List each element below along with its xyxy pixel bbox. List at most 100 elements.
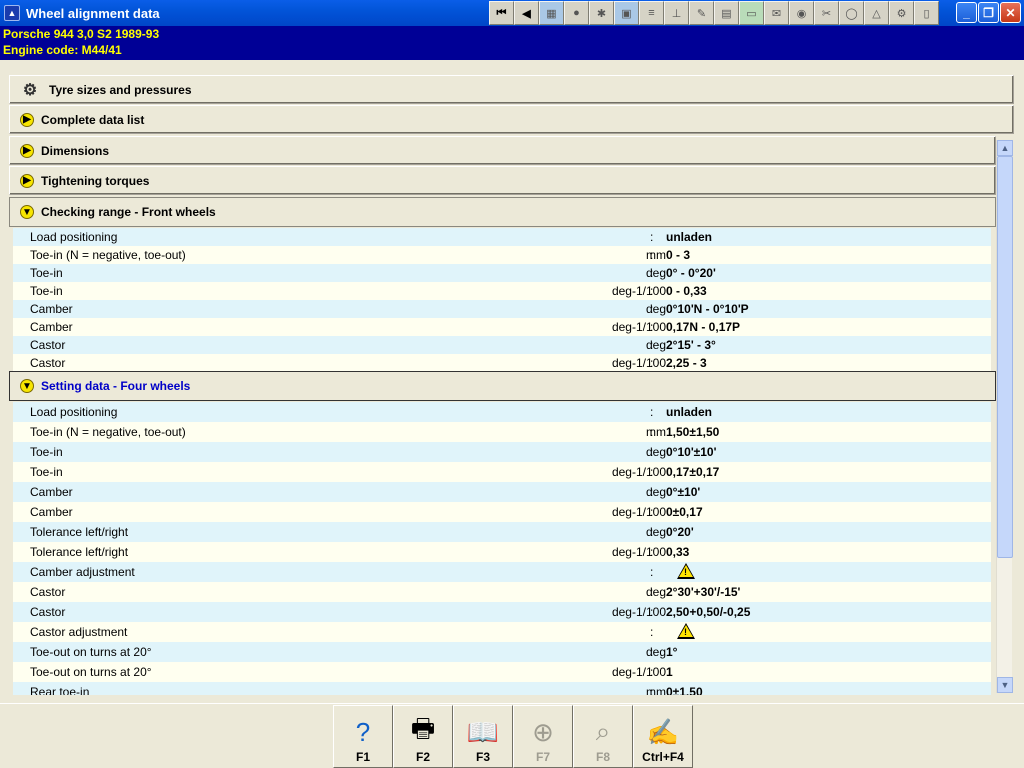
document-icon[interactable]: ▯ — [914, 1, 939, 25]
row-separator: : — [650, 465, 654, 479]
row-separator: : — [650, 665, 654, 679]
row-label: Tolerance left/right — [30, 525, 129, 539]
help-icon: ? — [355, 716, 371, 747]
row-separator: : — [650, 685, 654, 695]
section-tyres[interactable]: ⚙ Tyre sizes and pressures — [9, 75, 1014, 104]
first-icon[interactable]: ⏮ — [489, 1, 514, 25]
wrench-icon[interactable]: ✂ — [814, 1, 839, 25]
table-row: Toe-out on turns at 20° deg:1° — [13, 642, 991, 662]
section-complete-data[interactable]: ▶ Complete data list — [9, 105, 1014, 134]
row-separator: : — [650, 485, 654, 499]
row-value: 0°10'±10' — [666, 445, 717, 459]
row-unit: deg-1/100 — [611, 665, 666, 679]
row-separator: : — [650, 585, 654, 599]
alignment-icon[interactable]: ▦ — [539, 1, 564, 25]
window-title: Wheel alignment data — [26, 5, 160, 21]
row-value: 1,50±1,50 — [666, 425, 720, 439]
tyre-icon: ⚙ — [22, 81, 38, 99]
row-label: Camber — [30, 485, 73, 499]
fkey-f8[interactable]: ⌕ F8 — [573, 705, 633, 768]
scroll-up-button[interactable]: ▲ — [997, 140, 1013, 156]
table-row: Load positioning: unladen — [13, 228, 991, 246]
table-row: Camber deg:0°±10' — [13, 482, 991, 502]
notes-icon[interactable]: ✉ — [764, 1, 789, 25]
arrow-down-icon: ▼ — [20, 379, 34, 393]
table-row: Castor deg:2°30'+30'/-15' — [13, 582, 991, 602]
table-row: Load positioning: unladen — [13, 402, 991, 422]
fkey-label: F8 — [595, 750, 610, 764]
parts-icon[interactable]: ✱ — [589, 1, 614, 25]
fkey-ctrl-f4[interactable]: ✍ Ctrl+F4 — [633, 705, 693, 768]
engine-code: Engine code: M44/41 — [3, 43, 122, 57]
row-unit: deg-1/100 — [611, 284, 666, 298]
row-value: 0 - 3 — [666, 248, 691, 262]
row-separator: : — [650, 356, 654, 370]
globe-icon[interactable]: ◯ — [839, 1, 864, 25]
row-value: 2,50+0,50/-0,25 — [666, 605, 751, 619]
row-label: Camber adjustment — [30, 565, 135, 579]
minimize-button[interactable]: _ — [956, 2, 977, 23]
vehicle-info: Porsche 944 3,0 S2 1989-93 Engine code: … — [0, 26, 1024, 60]
row-label: Toe-in — [30, 284, 63, 298]
row-label: Toe-in — [30, 465, 63, 479]
row-separator: : — [650, 338, 654, 352]
fkey-f3[interactable]: 📖 F3 — [453, 705, 513, 768]
row-unit: deg — [645, 585, 666, 599]
row-separator: : — [650, 405, 654, 419]
row-label: Castor — [30, 356, 66, 370]
table-row: Tolerance left/right deg:0°20' — [13, 522, 991, 542]
calculator-icon[interactable]: ▤ — [714, 1, 739, 25]
row-unit: deg — [645, 266, 666, 280]
section-label: Tyre sizes and pressures — [49, 82, 192, 97]
section-label: Setting data - Four wheels — [41, 379, 191, 393]
row-label: Rear toe-in — [30, 685, 90, 695]
row-value: 0,33 — [666, 545, 690, 559]
section-front-wheels[interactable]: ▼ Checking range - Front wheels — [9, 197, 996, 227]
fkey-f1[interactable]: ? F1 — [333, 705, 393, 768]
row-value: unladen — [666, 405, 713, 419]
vertical-scrollbar[interactable]: ▲ ▼ — [996, 140, 1013, 693]
section-setting-data[interactable]: ▼ Setting data - Four wheels — [9, 371, 996, 401]
data-panel: ⚙ Tyre sizes and pressures ▶ Complete da… — [0, 60, 1024, 703]
tool-icon[interactable]: ✎ — [689, 1, 714, 25]
row-unit: deg-1/100 — [611, 505, 666, 519]
fkey-f2[interactable]: 🖶 F2 — [393, 705, 453, 768]
fkey-f7[interactable]: ⊕ F7 — [513, 705, 573, 768]
section-label: Checking range - Front wheels — [41, 205, 216, 219]
row-separator: : — [650, 445, 654, 459]
table-row: Rear toe-in mm: 0±1,50 — [13, 682, 991, 695]
section-dimensions[interactable]: ▶ Dimensions — [9, 136, 996, 165]
diagram-icon[interactable]: ▣ — [614, 1, 639, 25]
row-value: 2,25 - 3 — [666, 356, 707, 370]
row-separator: : — [650, 302, 654, 316]
row-unit: mm — [646, 425, 666, 439]
row-unit: deg-1/100 — [611, 320, 666, 334]
restore-button[interactable]: ❐ — [978, 2, 999, 23]
row-unit: mm — [646, 248, 666, 262]
row-label: Camber — [30, 320, 73, 334]
lift-icon[interactable]: ⊥ — [664, 1, 689, 25]
oil-icon[interactable]: ◉ — [789, 1, 814, 25]
row-label: Tolerance left/right — [30, 545, 129, 559]
warning-icon[interactable]: △ — [864, 1, 889, 25]
table-row: Toe-out on turns at 20° deg-1/100:1 — [13, 662, 991, 682]
row-separator: : — [650, 565, 654, 579]
green-icon[interactable]: ▭ — [739, 1, 764, 25]
section-torques[interactable]: ▶ Tightening torques — [9, 166, 996, 195]
service-icon[interactable]: ⚙ — [889, 1, 914, 25]
table-row: Camber deg-1/100:0,17N - 0,17P — [13, 318, 991, 336]
scroll-thumb[interactable] — [997, 156, 1013, 558]
warning-icon[interactable]: ! — [677, 562, 695, 582]
table-row: Toe-in (N = negative, toe-out) mm:1,50±1,… — [13, 422, 991, 442]
row-separator: : — [650, 248, 654, 262]
car-icon[interactable]: ▲ — [4, 5, 20, 21]
tools-icon[interactable]: ≡ — [639, 1, 664, 25]
close-button[interactable]: ✕ — [1000, 2, 1021, 23]
scroll-down-button[interactable]: ▼ — [997, 677, 1013, 693]
fkey-label: F3 — [475, 750, 490, 764]
row-value: 0° - 0°20' — [666, 266, 716, 280]
back-icon[interactable]: ◀ — [514, 1, 539, 25]
warning-icon[interactable]: ! — [677, 622, 695, 642]
wheel-icon[interactable]: ● — [564, 1, 589, 25]
table-row: Castor deg-1/100:2,50+0,50/-0,25 — [13, 602, 991, 622]
